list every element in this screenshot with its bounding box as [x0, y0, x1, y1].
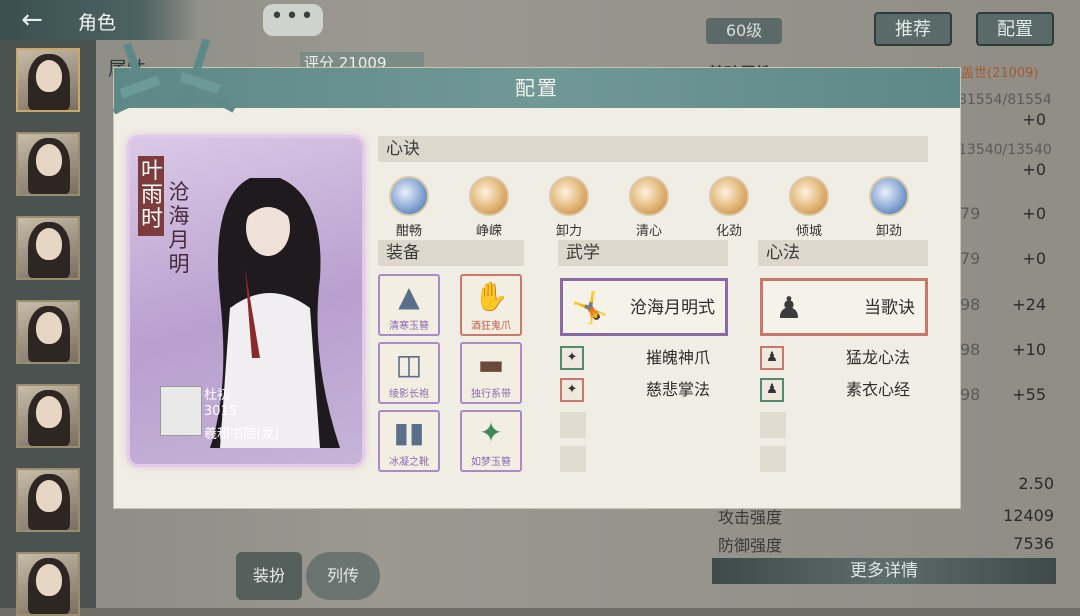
- arrow-left-icon[interactable]: ←: [8, 6, 56, 34]
- config-button[interactable]: 配置: [976, 12, 1054, 46]
- character-avatar-4[interactable]: [16, 300, 80, 364]
- character-name: 叶雨时: [138, 156, 164, 236]
- page-title: 角色: [78, 12, 117, 34]
- character-move-title: 沧海月明: [168, 180, 190, 276]
- section-xinjue: 心诀: [378, 136, 928, 162]
- empty-inner-slot[interactable]: [760, 446, 786, 472]
- character-avatar-5[interactable]: [16, 384, 80, 448]
- hairpin-icon: ▲: [398, 280, 420, 313]
- attr-gray-5: 98: [960, 295, 981, 314]
- xinjue-skill-6[interactable]: 倾城: [783, 176, 835, 239]
- meditation-pose-icon: ♟: [760, 346, 784, 370]
- inner-art-main[interactable]: ♟ 当歌诀: [760, 278, 928, 336]
- biography-button[interactable]: 列传: [306, 552, 380, 600]
- xinjue-skill-3[interactable]: 卸力: [543, 176, 595, 239]
- stat-value: 2.50: [1018, 474, 1054, 493]
- sword-ornament-icon: [112, 38, 236, 114]
- skill-orb-icon: [389, 176, 429, 216]
- attr-value-4: +0: [1022, 249, 1046, 268]
- attr-gray-4: 79: [960, 249, 981, 268]
- skill-orb-icon: [869, 176, 909, 216]
- martial-pose-icon: ✦: [560, 346, 584, 370]
- attr-gray-7: 98: [960, 385, 981, 404]
- attr-gray-3: 79: [960, 204, 981, 223]
- attr-gray-6: 98: [960, 340, 981, 359]
- character-avatar-7[interactable]: [16, 552, 80, 616]
- attr-value-5: +24: [1012, 295, 1046, 314]
- owner-name: 杜初: [204, 388, 231, 403]
- meditation-pose-icon: ♟: [760, 378, 784, 402]
- belt-icon: ▬: [477, 348, 505, 381]
- attr-gray-1: 81554/81554: [958, 92, 1052, 108]
- xinjue-skill-1[interactable]: 酣畅: [383, 176, 435, 239]
- martial-art-item-1[interactable]: ✦ 摧魄神爪: [560, 346, 728, 372]
- attr-gray-2: 13540/13540: [958, 142, 1052, 158]
- martial-art-main[interactable]: 🤸 沧海月明式: [560, 278, 728, 336]
- attr-value-2: +0: [1022, 160, 1046, 179]
- robe-icon: ◫: [395, 348, 423, 381]
- xinjue-skill-2[interactable]: 峥嵘: [463, 176, 515, 239]
- empty-inner-slot[interactable]: [760, 412, 786, 438]
- character-sidebar: [0, 40, 96, 616]
- gauntlet-icon: ✋: [473, 280, 509, 313]
- attr-value-3: +0: [1022, 204, 1046, 223]
- level-badge: 60级: [706, 18, 782, 44]
- martial-pose-icon: 🤸: [571, 291, 609, 326]
- attr-value-1: +0: [1022, 110, 1046, 129]
- martial-pose-icon: ✦: [560, 378, 584, 402]
- character-avatar-1[interactable]: [16, 48, 80, 112]
- equip-slot-1[interactable]: ▲ 清寒玉簪: [378, 274, 440, 336]
- character-avatar-3[interactable]: [16, 216, 80, 280]
- martial-art-item-2[interactable]: ✦ 慈悲掌法: [560, 378, 728, 404]
- empty-martial-slot[interactable]: [560, 412, 586, 438]
- equip-slot-2[interactable]: ✋ 酒狂鬼爪: [460, 274, 522, 336]
- attack-value: 12409: [1003, 506, 1054, 525]
- section-martial-arts: 武学: [558, 240, 728, 266]
- chat-bubble-icon[interactable]: •••: [263, 4, 323, 36]
- owner-avatar: [160, 386, 202, 436]
- character-card: 叶雨时 沧海月明 杜初 3015 羲和书院(龙): [130, 138, 362, 464]
- xinjue-skill-7[interactable]: 卸劲: [863, 176, 915, 239]
- xinjue-skill-5[interactable]: 化劲: [703, 176, 755, 239]
- attr-value-6: +10: [1012, 340, 1046, 359]
- config-dialog: 配置 叶雨时 沧海月明 杜初 3015 羲和书院(龙) 心诀 酣畅 峥嵘 卸力 …: [112, 38, 960, 508]
- meditation-pose-icon: ♟: [775, 291, 803, 326]
- skill-orb-icon: [469, 176, 509, 216]
- jade-hairpin-icon: ✦: [479, 416, 503, 449]
- section-equipment: 装备: [378, 240, 524, 266]
- skill-orb-icon: [789, 176, 829, 216]
- character-avatar-6[interactable]: [16, 468, 80, 532]
- recommend-button[interactable]: 推荐: [874, 12, 952, 46]
- equip-slot-4[interactable]: ▬ 独行系带: [460, 342, 522, 404]
- skill-orb-icon: [629, 176, 669, 216]
- skill-orb-icon: [549, 176, 589, 216]
- owner-id: 3015: [204, 404, 238, 419]
- equip-slot-6[interactable]: ✦ 如梦玉簪: [460, 410, 522, 472]
- attr-value-7: +55: [1012, 385, 1046, 404]
- more-details-button[interactable]: 更多详情: [712, 558, 1056, 584]
- boots-icon: ▮▮: [393, 416, 425, 449]
- defense-label: 防御强度: [718, 536, 783, 555]
- outfit-button[interactable]: 装扮: [236, 552, 302, 600]
- inner-art-item-2[interactable]: ♟ 素衣心经: [760, 378, 928, 404]
- character-avatar-2[interactable]: [16, 132, 80, 196]
- section-inner-art: 心法: [758, 240, 928, 266]
- equip-slot-5[interactable]: ▮▮ 冰凝之靴: [378, 410, 440, 472]
- equip-slot-3[interactable]: ◫ 绫影长袍: [378, 342, 440, 404]
- inner-art-item-1[interactable]: ♟ 猛龙心法: [760, 346, 928, 372]
- owner-guild: 羲和书院(龙): [204, 427, 280, 442]
- skill-orb-icon: [709, 176, 749, 216]
- defense-value: 7536: [1013, 534, 1054, 553]
- xinjue-skill-4[interactable]: 清心: [623, 176, 675, 239]
- empty-martial-slot[interactable]: [560, 446, 586, 472]
